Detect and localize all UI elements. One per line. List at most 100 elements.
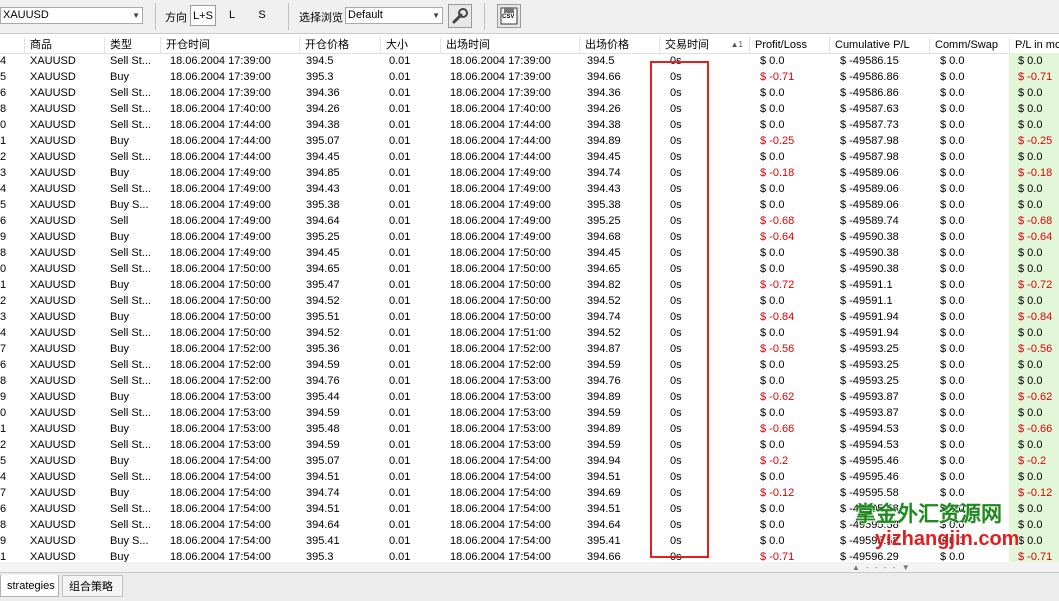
table-cell: 18.06.2004 17:49:00 (450, 167, 551, 179)
settings-tool-button[interactable] (448, 4, 472, 28)
table-cell: $ 0.0 (940, 503, 965, 515)
column-header[interactable]: 商品 (24, 37, 104, 53)
table-row[interactable]: 5 XAUUSD Buy S... 18.06.2004 17:49:00 395.38… (0, 197, 1059, 213)
table-cell: 0s (670, 263, 682, 275)
tab-portfolio-strategy[interactable]: 组合策略 (62, 575, 123, 597)
column-header[interactable]: 开仓价格 (299, 37, 380, 53)
table-row[interactable]: 6 XAUUSD Sell St... 18.06.2004 17:39:00 394.… (0, 85, 1059, 101)
table-row[interactable]: 4 XAUUSD Sell St... 18.06.2004 17:54:00 394.… (0, 469, 1059, 485)
table-cell: $ 0.0 (760, 103, 785, 115)
table-row[interactable]: 6 XAUUSD Sell 18.06.2004 17:49:00 394.64 0.01… (0, 213, 1059, 229)
column-header[interactable]: 大小 (380, 37, 440, 53)
table-cell: XAUUSD (30, 103, 76, 115)
table-cell: 0.01 (389, 343, 411, 355)
table-row[interactable]: 9 XAUUSD Buy 18.06.2004 17:49:00 395.25 0.01 1… (0, 229, 1059, 245)
direction-button-short[interactable]: S (252, 5, 272, 26)
horizontal-scrollbar[interactable]: ▲ - - - - ▼ (0, 562, 1059, 572)
table-cell: 8 (0, 519, 7, 531)
table-cell: $ 0.0 (940, 215, 965, 227)
table-cell: 394.65 (306, 263, 340, 275)
table-row[interactable]: 5 XAUUSD Buy 18.06.2004 17:54:00 395.07 0.01 1… (0, 453, 1059, 469)
table-cell: 0.01 (389, 151, 411, 163)
table-row[interactable]: 7 XAUUSD Buy 18.06.2004 17:54:00 394.74 0.01 1… (0, 485, 1059, 501)
table-cell: Buy (110, 167, 129, 179)
table-row[interactable]: 8 XAUUSD Sell St... 18.06.2004 17:52:00 394.… (0, 373, 1059, 389)
column-header-label: 出场时间 (446, 39, 490, 51)
table-row[interactable]: 2 XAUUSD Sell St... 18.06.2004 17:53:00 394.… (0, 437, 1059, 453)
table-cell: Buy (110, 279, 129, 291)
column-header[interactable]: P/L in mo (1009, 37, 1059, 53)
table-row[interactable]: 6 XAUUSD Sell St... 18.06.2004 17:54:00 394.… (0, 501, 1059, 517)
table-cell: 18.06.2004 17:50:00 (170, 311, 271, 323)
table-header: 商品 类型 开仓时间 开仓价格 大小 出场时间 出场价格 交易时间 ▲1 Profit/Loss C… (0, 37, 1059, 54)
column-header[interactable]: 出场时间 (440, 37, 579, 53)
table-cell: 394.89 (587, 391, 621, 403)
column-header[interactable]: Comm/Swap (929, 37, 1009, 53)
tab-strategies[interactable]: strategies (0, 575, 59, 597)
table-row[interactable]: 0 XAUUSD Sell St... 18.06.2004 17:53:00 394.… (0, 405, 1059, 421)
column-header[interactable]: 交易时间 ▲1 (659, 37, 749, 53)
column-header[interactable]: Cumulative P/L (829, 37, 929, 53)
table-cell: $ -49590.38 (840, 247, 899, 259)
direction-button-long[interactable]: L (222, 5, 242, 26)
table-cell: Buy (110, 311, 129, 323)
table-cell: $ 0.0 (940, 103, 965, 115)
table-cell: $ 0.0 (940, 135, 965, 147)
view-select[interactable]: Default ▼ (345, 7, 443, 24)
column-header[interactable]: 类型 (104, 37, 160, 53)
table-cell: 394.52 (587, 327, 621, 339)
table-cell: 4 (0, 327, 7, 339)
table-row[interactable]: 3 XAUUSD Buy 18.06.2004 17:50:00 395.51 0.01 1… (0, 309, 1059, 325)
table-cell: $ 0.0 (760, 55, 785, 67)
table-row[interactable]: 1 XAUUSD Buy 18.06.2004 17:50:00 395.47 0.01 1… (0, 277, 1059, 293)
column-header[interactable]: Profit/Loss (749, 37, 829, 53)
export-csv-button[interactable]: CSV (497, 4, 521, 28)
table-cell: $ 0.0 (940, 263, 965, 275)
column-header[interactable] (0, 37, 24, 53)
table-cell: XAUUSD (30, 55, 76, 67)
table-row[interactable]: 9 XAUUSD Buy S... 18.06.2004 17:54:00 395.41… (0, 533, 1059, 549)
table-cell: 394.82 (587, 279, 621, 291)
table-cell: 0s (670, 375, 682, 387)
table-cell: XAUUSD (30, 391, 76, 403)
table-cell: 8 (0, 103, 7, 115)
table-row[interactable]: 1 XAUUSD Buy 18.06.2004 17:54:00 395.3 0.01 18… (0, 549, 1059, 562)
table-row[interactable]: 5 XAUUSD Buy 18.06.2004 17:39:00 395.3 0.01 18… (0, 69, 1059, 85)
table-row[interactable]: 4 XAUUSD Sell St... 18.06.2004 17:39:00 394.… (0, 53, 1059, 69)
column-header[interactable]: 出场价格 (579, 37, 659, 53)
table-row[interactable]: 1 XAUUSD Buy 18.06.2004 17:44:00 395.07 0.01 1… (0, 133, 1059, 149)
table-row[interactable]: 2 XAUUSD Sell St... 18.06.2004 17:44:00 394.… (0, 149, 1059, 165)
table-row[interactable]: 8 XAUUSD Sell St... 18.06.2004 17:54:00 394.… (0, 517, 1059, 533)
table-cell: Sell St... (110, 55, 151, 67)
table-cell: $ 0.0 (760, 119, 785, 131)
table-row[interactable]: 6 XAUUSD Sell St... 18.06.2004 17:52:00 394.… (0, 357, 1059, 373)
table-cell: 18.06.2004 17:49:00 (170, 183, 271, 195)
table-cell: $ 0.0 (1009, 405, 1059, 421)
table-row[interactable]: 3 XAUUSD Buy 18.06.2004 17:49:00 394.85 0.01 1… (0, 165, 1059, 181)
table-cell: 395.25 (587, 215, 621, 227)
table-cell: 18.06.2004 17:52:00 (170, 343, 271, 355)
table-cell: 394.36 (306, 87, 340, 99)
table-cell: 395.48 (306, 423, 340, 435)
table-row[interactable]: 0 XAUUSD Sell St... 18.06.2004 17:50:00 394.… (0, 261, 1059, 277)
table-cell: 394.59 (306, 407, 340, 419)
table-row[interactable]: 4 XAUUSD Sell St... 18.06.2004 17:49:00 394.… (0, 181, 1059, 197)
table-cell: 394.64 (587, 519, 621, 531)
table-row[interactable]: 1 XAUUSD Buy 18.06.2004 17:53:00 395.48 0.01 1… (0, 421, 1059, 437)
direction-button-both[interactable]: L+S (190, 5, 216, 26)
table-row[interactable]: 7 XAUUSD Buy 18.06.2004 17:52:00 395.36 0.01 1… (0, 341, 1059, 357)
table-cell: $ -0.56 (760, 343, 795, 355)
table-cell: 18.06.2004 17:53:00 (450, 407, 551, 419)
table-cell: 0.01 (389, 375, 411, 387)
table-row[interactable]: 0 XAUUSD Sell St... 18.06.2004 17:44:00 394.… (0, 117, 1059, 133)
table-row[interactable]: 8 XAUUSD Sell St... 18.06.2004 17:40:00 394.… (0, 101, 1059, 117)
table-row[interactable]: 9 XAUUSD Buy 18.06.2004 17:53:00 395.44 0.01 1… (0, 389, 1059, 405)
table-row[interactable]: 4 XAUUSD Sell St... 18.06.2004 17:50:00 394.… (0, 325, 1059, 341)
table-cell: 18.06.2004 17:54:00 (170, 455, 271, 467)
column-header[interactable]: 开仓时间 (160, 37, 299, 53)
table-cell: XAUUSD (30, 71, 76, 83)
symbol-select[interactable]: XAUUSD ▼ (0, 7, 143, 24)
table-row[interactable]: 8 XAUUSD Sell St... 18.06.2004 17:49:00 394.… (0, 245, 1059, 261)
table-row[interactable]: 2 XAUUSD Sell St... 18.06.2004 17:50:00 394.… (0, 293, 1059, 309)
view-select-value: Default (348, 9, 383, 21)
